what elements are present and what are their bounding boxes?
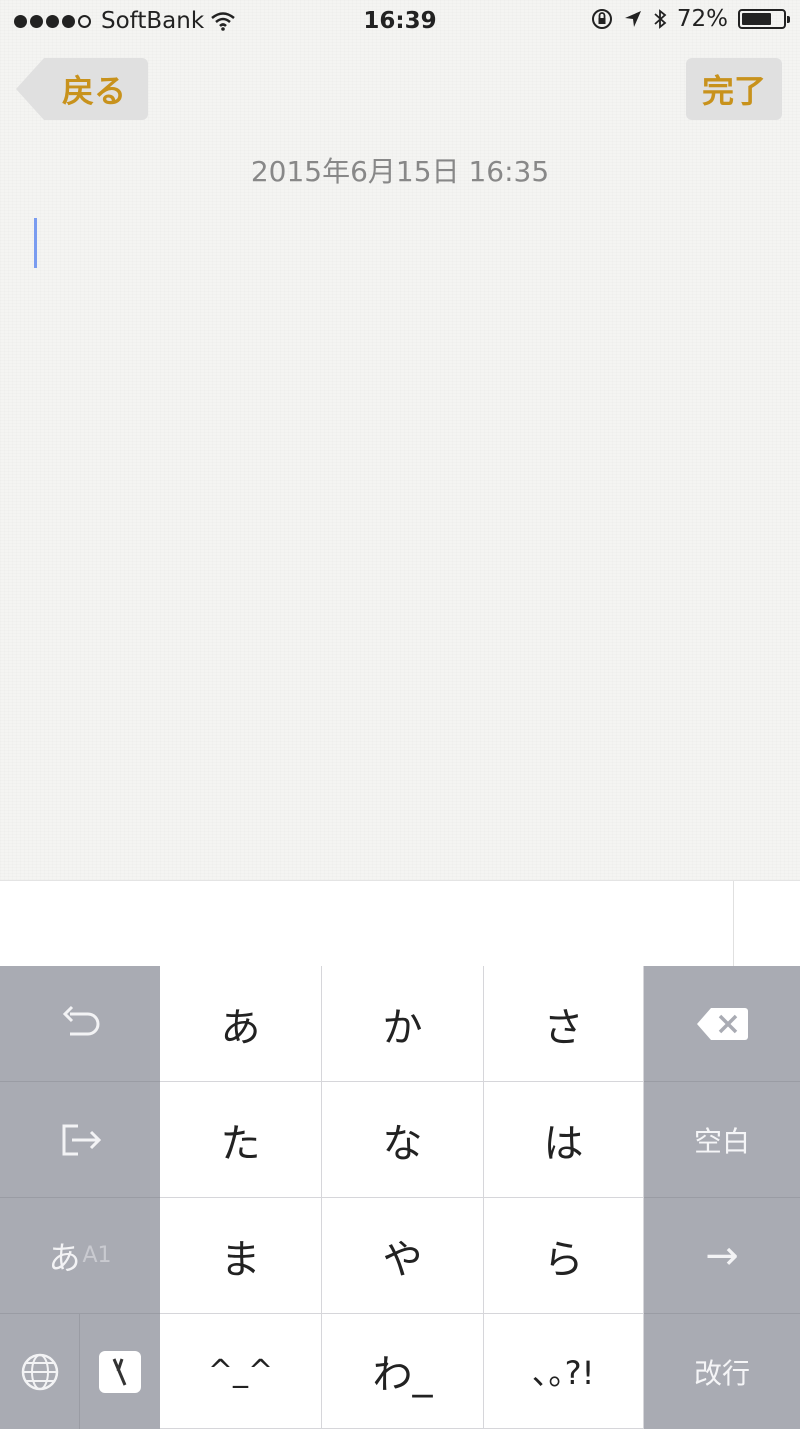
key-emoticon[interactable]: ^_^: [160, 1314, 322, 1429]
bluetooth-icon: [653, 8, 667, 30]
key-ta-row[interactable]: た: [160, 1082, 322, 1198]
note-date: 2015年6月15日 16:35: [250, 155, 550, 188]
key-punctuation[interactable]: ､｡?!: [484, 1314, 644, 1429]
candidate-bar[interactable]: [0, 880, 800, 967]
globe-icon: [19, 1351, 61, 1393]
key-ma-row[interactable]: ま: [160, 1198, 322, 1314]
key-ra-row[interactable]: ら: [484, 1198, 644, 1314]
key-ka-row[interactable]: か: [322, 966, 484, 1082]
key-ha-row[interactable]: は: [484, 1082, 644, 1198]
status-right: 72%: [591, 6, 790, 32]
battery-icon: [738, 9, 790, 29]
status-bar: SoftBank 16:39 72%: [0, 0, 800, 44]
battery-fill: [742, 13, 771, 25]
ime-logo-icon: [97, 1349, 143, 1395]
back-button-label: 戻る: [62, 72, 127, 110]
undo-key[interactable]: [0, 966, 160, 1082]
cursor-move-icon: [56, 1118, 104, 1162]
delete-key[interactable]: [644, 966, 800, 1082]
input-mode-key[interactable]: あ A1: [0, 1198, 160, 1314]
text-cursor: [34, 218, 37, 268]
key-na-row[interactable]: な: [322, 1082, 484, 1198]
orientation-lock-icon: [591, 8, 613, 30]
space-key[interactable]: 空白: [644, 1082, 800, 1198]
ime-key[interactable]: [80, 1314, 160, 1429]
next-arrow-key[interactable]: →: [644, 1198, 800, 1314]
note-paper[interactable]: [0, 0, 800, 880]
key-a-row[interactable]: あ: [160, 966, 322, 1082]
key-wa-row[interactable]: わ_: [322, 1314, 484, 1429]
key-ya-row[interactable]: や: [322, 1198, 484, 1314]
return-key[interactable]: 改行: [644, 1314, 800, 1429]
globe-key[interactable]: [0, 1314, 80, 1429]
key-sa-row[interactable]: さ: [484, 966, 644, 1082]
delete-icon: [695, 1006, 749, 1042]
cursor-move-key[interactable]: [0, 1082, 160, 1198]
mode-secondary: A1: [82, 1243, 112, 1268]
done-button[interactable]: 完了: [686, 58, 782, 120]
undo-icon: [58, 1004, 102, 1044]
candidate-divider: [733, 881, 734, 967]
battery-percent: 72%: [676, 6, 728, 32]
keyboard: あ A1 あ か さ た な は ま や ら ^_^ わ_ ､｡?! 空白 → …: [0, 966, 800, 1429]
mode-primary: あ: [48, 1238, 81, 1277]
location-icon: [623, 9, 643, 29]
back-button[interactable]: 戻る: [16, 58, 148, 120]
